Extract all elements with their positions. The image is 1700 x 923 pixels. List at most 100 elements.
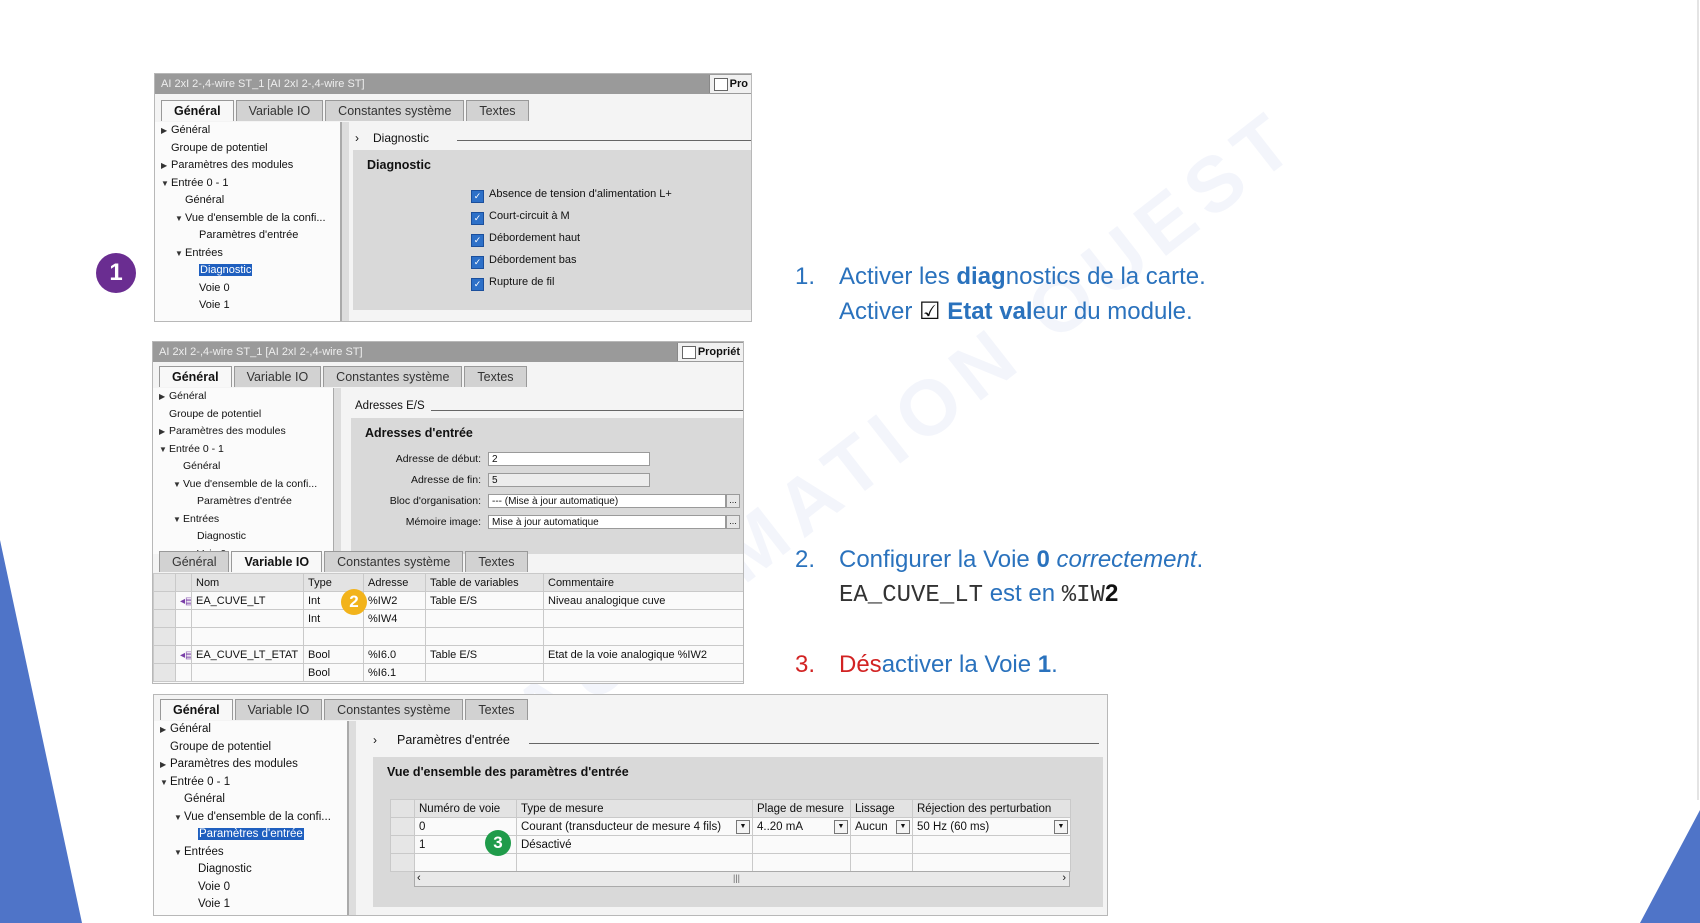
col-name[interactable]: Nom bbox=[191, 573, 304, 592]
expand-right-icon[interactable]: ▶ bbox=[161, 157, 171, 175]
expand-right-icon[interactable]: ▶ bbox=[159, 423, 169, 441]
tree-item[interactable]: ▼ Entrées bbox=[153, 511, 338, 529]
col-rejection[interactable]: Réjection des perturbation bbox=[912, 799, 1071, 818]
tree-item[interactable]: Groupe de potentiel bbox=[153, 406, 338, 424]
panel2-tree-scrollbar[interactable] bbox=[333, 388, 341, 554]
tree-item[interactable]: Paramètres d'entrée bbox=[155, 227, 340, 245]
checkbox-wire-break[interactable]: ✓ Rupture de fil bbox=[471, 274, 554, 291]
tree-item[interactable]: Groupe de potentiel bbox=[155, 140, 340, 158]
tree-item[interactable]: Diagnostic bbox=[153, 528, 338, 546]
tab-general[interactable]: Général bbox=[159, 551, 230, 572]
tree-item[interactable]: Général bbox=[154, 791, 347, 809]
table-row[interactable]: Bool %I6.1 bbox=[153, 663, 743, 682]
checkbox-checked-icon[interactable]: ✓ bbox=[471, 256, 484, 269]
expand-down-icon[interactable]: ▼ bbox=[159, 441, 169, 459]
tab-texts[interactable]: Textes bbox=[465, 699, 528, 720]
tree-item[interactable]: ▼ Vue d'ensemble de la confi... bbox=[154, 809, 347, 827]
expand-down-icon[interactable]: ▼ bbox=[161, 175, 171, 193]
tree-item[interactable]: ▼ Entrées bbox=[154, 844, 347, 862]
checkbox-checked-icon[interactable]: ✓ bbox=[471, 234, 484, 247]
tree-item[interactable]: ▼ Entrée 0 - 1 bbox=[154, 774, 347, 792]
chevron-down-icon[interactable]: ▼ bbox=[834, 820, 848, 834]
table-row[interactable] bbox=[153, 627, 743, 646]
tab-system-constants[interactable]: Constantes système bbox=[323, 366, 463, 387]
checkbox-overflow-high[interactable]: ✓ Débordement haut bbox=[471, 230, 580, 247]
tree-item[interactable]: Groupe de potentiel bbox=[154, 739, 347, 757]
tree-item[interactable]: ▶ Paramètres des modules bbox=[153, 423, 338, 441]
measure-type-select[interactable]: Désactivé bbox=[516, 835, 753, 854]
tree-item[interactable]: ▼ Entrées bbox=[155, 245, 340, 263]
measure-type-select[interactable]: Courant (transducteur de mesure 4 fils) ▼ bbox=[516, 817, 753, 836]
expand-right-icon[interactable]: ▶ bbox=[159, 388, 169, 406]
tab-system-constants[interactable]: Constantes système bbox=[324, 551, 464, 572]
checkbox-short-circuit[interactable]: ✓ Court-circuit à M bbox=[471, 208, 570, 225]
checkbox-supply-voltage[interactable]: ✓ Absence de tension d'alimentation L+ bbox=[471, 186, 672, 203]
tree-item[interactable]: ▼ Entrée 0 - 1 bbox=[155, 175, 340, 193]
tab-general[interactable]: Général bbox=[160, 699, 233, 720]
scroll-right-icon[interactable]: › bbox=[1062, 872, 1066, 884]
smoothing-select[interactable]: Aucun ▼ bbox=[850, 817, 913, 836]
tree-item[interactable]: Général bbox=[153, 458, 338, 476]
expand-right-icon[interactable]: ▶ bbox=[160, 721, 170, 739]
tab-system-constants[interactable]: Constantes système bbox=[324, 699, 464, 720]
tree-item[interactable]: Voie 0 bbox=[154, 879, 347, 897]
expand-down-icon[interactable]: ▼ bbox=[175, 245, 185, 263]
checkbox-checked-icon[interactable]: ✓ bbox=[471, 278, 484, 291]
col-measure-type[interactable]: Type de mesure bbox=[516, 799, 753, 818]
tree-item[interactable]: Voie 1 bbox=[154, 896, 347, 914]
checkbox-checked-icon[interactable]: ✓ bbox=[471, 212, 484, 225]
chevron-down-icon[interactable]: ▼ bbox=[736, 820, 750, 834]
tab-texts[interactable]: Textes bbox=[466, 100, 529, 121]
checkbox-checked-icon[interactable]: ✓ bbox=[471, 190, 484, 203]
expand-down-icon[interactable]: ▼ bbox=[173, 476, 183, 494]
col-smoothing[interactable]: Lissage bbox=[850, 799, 913, 818]
org-block-select[interactable]: --- (Mise à jour automatique) bbox=[488, 494, 726, 508]
expand-down-icon[interactable]: ▼ bbox=[160, 774, 170, 792]
scroll-thumb-grip-icon[interactable]: ||| bbox=[733, 873, 740, 883]
start-address-input[interactable]: 2 bbox=[488, 452, 650, 466]
tree-item[interactable]: ▶ Général bbox=[155, 122, 340, 140]
table-row[interactable]: ◂▤ EA_CUVE_LTInt %IW2Table E/S Niveau an… bbox=[153, 591, 743, 610]
tree-item[interactable]: ▼ Vue d'ensemble de la confi... bbox=[155, 210, 340, 228]
col-comment[interactable]: Commentaire bbox=[543, 573, 743, 592]
table-row[interactable]: ◂▤ EA_CUVE_LT_ETATBool %I6.0Table E/S Et… bbox=[153, 645, 743, 664]
panel3-tree-scrollbar[interactable] bbox=[348, 721, 356, 915]
tab-variable-io[interactable]: Variable IO bbox=[231, 551, 323, 572]
chevron-down-icon[interactable]: ▼ bbox=[896, 820, 910, 834]
properties-button[interactable]: Propriét bbox=[676, 343, 743, 361]
tree-item[interactable]: Général bbox=[155, 192, 340, 210]
tab-variable-io[interactable]: Variable IO bbox=[234, 699, 323, 720]
tab-general[interactable]: Général bbox=[159, 366, 232, 387]
tab-system-constants[interactable]: Constantes système bbox=[325, 100, 465, 121]
section-chevron-icon[interactable]: › bbox=[373, 733, 377, 747]
tree-item[interactable]: ▶ Paramètres des modules bbox=[154, 756, 347, 774]
tab-texts[interactable]: Textes bbox=[464, 366, 527, 387]
tab-variable-io[interactable]: Variable IO bbox=[233, 366, 322, 387]
tree-item[interactable]: ▶ Paramètres des modules bbox=[155, 157, 340, 175]
col-tag-table[interactable]: Table de variables bbox=[425, 573, 544, 592]
col-address[interactable]: Adresse bbox=[363, 573, 426, 592]
rejection-select[interactable]: 50 Hz (60 ms) ▼ bbox=[912, 817, 1071, 836]
process-image-select[interactable]: Mise à jour automatique bbox=[488, 515, 726, 529]
tree-item[interactable]: ▶ Général bbox=[154, 721, 347, 739]
tree-item[interactable]: ▶ Général bbox=[153, 388, 338, 406]
tab-texts[interactable]: Textes bbox=[465, 551, 528, 572]
table-row[interactable]: Int %IW4 bbox=[153, 609, 743, 628]
tree-item[interactable]: Paramètres d'entrée bbox=[154, 826, 347, 844]
tree-item[interactable]: Diagnostic bbox=[155, 262, 340, 280]
horizontal-scrollbar[interactable]: ‹ ||| › bbox=[414, 871, 1070, 887]
expand-right-icon[interactable]: ▶ bbox=[161, 122, 171, 140]
expand-down-icon[interactable]: ▼ bbox=[175, 210, 185, 228]
tree-item[interactable]: ▼ Entrée 0 - 1 bbox=[153, 441, 338, 459]
org-block-browse-button[interactable]: ... bbox=[726, 494, 740, 508]
process-image-browse-button[interactable]: ... bbox=[726, 515, 740, 529]
tree-item[interactable]: Voie 0 bbox=[155, 280, 340, 298]
expand-down-icon[interactable]: ▼ bbox=[174, 844, 184, 862]
checkbox-overflow-low[interactable]: ✓ Débordement bas bbox=[471, 252, 576, 269]
tree-item[interactable]: ▼ Vue d'ensemble de la confi... bbox=[153, 476, 338, 494]
expand-down-icon[interactable]: ▼ bbox=[173, 511, 183, 529]
section-chevron-icon[interactable]: › bbox=[355, 131, 359, 145]
panel1-tree-scrollbar[interactable] bbox=[341, 122, 349, 321]
tree-item[interactable]: Voie 1 bbox=[155, 297, 340, 315]
tab-general[interactable]: Général bbox=[161, 100, 234, 121]
